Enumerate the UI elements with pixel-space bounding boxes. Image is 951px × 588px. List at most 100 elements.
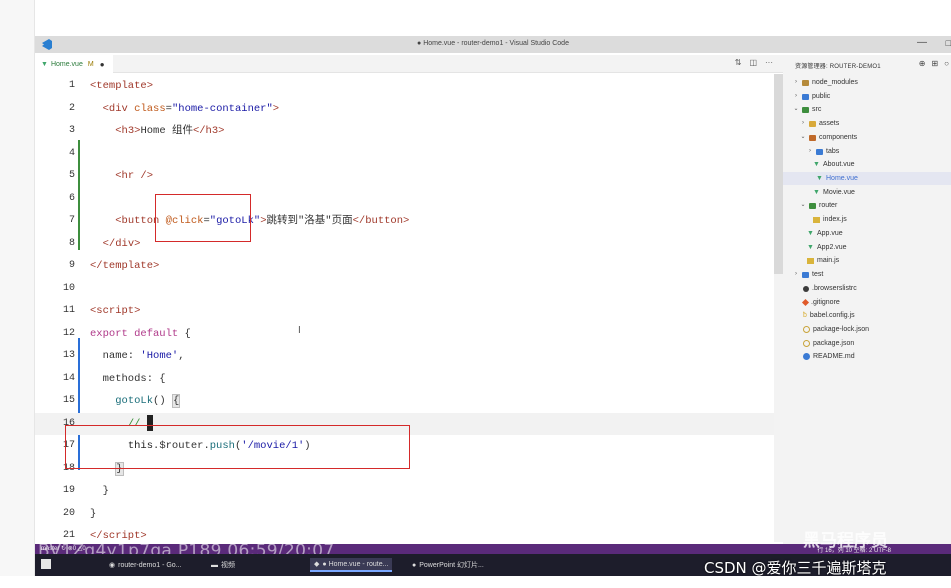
- window-title: ● Home.vue - router-demo1 - Visual Studi…: [417, 40, 569, 47]
- code-line: 15 gotoLk() {: [62, 394, 181, 408]
- tree-folder-node-modules[interactable]: › node_modules: [793, 76, 858, 89]
- taskbar-item-video[interactable]: ▬ 视频: [207, 558, 239, 572]
- tree-folder-assets[interactable]: › assets: [800, 117, 839, 130]
- tree-file-package-lock[interactable]: package-lock.json: [803, 323, 869, 336]
- code-line: 14 methods: {: [62, 373, 166, 385]
- chevron-down-icon: ⌄: [793, 106, 799, 112]
- windows-start-icon[interactable]: [41, 559, 51, 569]
- screen: ● Home.vue - router-demo1 - Visual Studi…: [0, 0, 951, 588]
- code-line: 12 export default {: [62, 328, 191, 340]
- code-line: 7 <button @click="gotoLk">跳转到"洛基"页面</but…: [68, 215, 410, 227]
- annotation-box-router-push: [65, 425, 410, 469]
- explorer-actions: ⊕ ⊞ ○: [919, 59, 949, 68]
- csdn-watermark: CSDN @爱你三千遍斯塔克: [704, 559, 887, 577]
- folder-icon: ▬: [211, 561, 218, 569]
- tree-file-movie-vue[interactable]: ▼ Movie.vue: [813, 186, 855, 199]
- tree-file-home-vue[interactable]: ▼ Home.vue: [783, 172, 951, 185]
- explorer-panel: 资源管理器: ROUTER-DEMO1 ⊕ ⊞ ○ › node_modules …: [783, 55, 951, 545]
- mouse-ibeam-cursor-icon: I: [298, 325, 301, 336]
- editor-scrollbar-thumb[interactable]: [774, 74, 783, 274]
- folder-icon: [802, 106, 809, 113]
- modified-badge: M: [87, 60, 94, 68]
- folder-icon: [809, 202, 816, 209]
- editor-actions: ⇅ ◫ ···: [735, 58, 773, 67]
- browser-icon: ◉: [109, 562, 116, 569]
- unsaved-dot-icon[interactable]: ●: [100, 60, 105, 69]
- tree-file-package-json[interactable]: package.json: [803, 337, 854, 350]
- title-bar: ● Home.vue - router-demo1 - Visual Studi…: [35, 36, 951, 53]
- editor-scrollbar-track[interactable]: [774, 274, 783, 542]
- code-line: 20}: [62, 508, 97, 520]
- taskbar-item-vscode[interactable]: ◆ ● Home.vue - route...: [310, 558, 393, 572]
- code-line: 8 </div>: [68, 238, 141, 250]
- bottom-margin: [0, 576, 951, 588]
- code-line: 6: [68, 193, 75, 204]
- split-editor-icon[interactable]: ◫: [749, 58, 757, 67]
- brand-watermark: 黑马程序员: [803, 531, 888, 551]
- annotation-box-click: [155, 194, 251, 242]
- tree-file-about-vue[interactable]: ▼ About.vue: [813, 158, 855, 171]
- new-folder-icon[interactable]: ⊞: [931, 59, 938, 68]
- folder-icon: [809, 134, 816, 141]
- code-line: 11 <script>: [62, 305, 141, 317]
- taskbar-item-chrome[interactable]: ◉ router-demo1 - Go...: [105, 558, 186, 572]
- tree-folder-src[interactable]: ⌄ src: [793, 103, 821, 116]
- chevron-right-icon: ›: [795, 271, 797, 277]
- explorer-header: 资源管理器: ROUTER-DEMO1: [795, 64, 881, 70]
- taskbar-item-powerpoint[interactable]: ● PowerPoint 幻灯片...: [408, 558, 488, 572]
- folder-icon: [802, 93, 809, 100]
- vue-file-icon: ▼: [813, 161, 820, 168]
- tab-home-vue[interactable]: ▼ Home.vue M ●: [35, 55, 113, 73]
- minimize-button[interactable]: —: [917, 37, 927, 48]
- code-line: 1 <template>: [68, 80, 154, 92]
- json-file-icon: [803, 340, 810, 347]
- tree-file-gitignore[interactable]: .gitignore: [801, 296, 840, 309]
- tree-file-index-js[interactable]: index.js: [813, 213, 847, 226]
- maximize-button[interactable]: □: [946, 38, 951, 48]
- tree-folder-components[interactable]: ⌄ components: [800, 131, 857, 144]
- editor-tab-bar: ▼ Home.vue M ● ⇅ ◫ ···: [35, 55, 783, 73]
- code-line: 4: [68, 148, 75, 159]
- folder-icon: [802, 79, 809, 86]
- code-line: 5 <hr />: [68, 170, 154, 182]
- tree-file-app2-vue[interactable]: ▼ App2.vue: [807, 241, 847, 254]
- tree-folder-public[interactable]: › public: [793, 90, 830, 103]
- git-icon: [801, 298, 810, 307]
- code-line: 10: [62, 283, 75, 294]
- new-file-icon[interactable]: ⊕: [919, 59, 926, 68]
- compare-changes-icon[interactable]: ⇅: [735, 58, 742, 67]
- code-line: 3 <h3>Home 组件</h3>: [68, 125, 225, 137]
- vue-file-icon: ▼: [807, 244, 814, 251]
- vue-file-icon: ▼: [816, 175, 823, 182]
- vue-file-icon: ▼: [813, 189, 820, 196]
- left-margin: [0, 0, 35, 588]
- browserslist-icon: [803, 285, 809, 292]
- tree-folder-tabs[interactable]: › tabs: [807, 145, 839, 158]
- folder-icon: [809, 120, 816, 127]
- code-line: 13 name: 'Home',: [62, 350, 185, 362]
- code-line: 19 }: [62, 485, 109, 497]
- tree-file-babel-config[interactable]: ƀ babel.config.js: [803, 309, 855, 322]
- json-file-icon: [803, 326, 810, 333]
- tree-folder-test[interactable]: › test: [793, 268, 823, 281]
- code-editor[interactable]: 1 <template> 2 <div class="home-container…: [35, 74, 775, 544]
- tree-folder-router[interactable]: ⌄ router: [800, 199, 837, 212]
- code-line: 9 </template>: [68, 260, 160, 272]
- code-line: 2 <div class="home-container">: [68, 103, 280, 115]
- chevron-right-icon: ›: [809, 148, 811, 154]
- chevron-right-icon: ›: [795, 93, 797, 99]
- vscode-icon: ◆: [314, 561, 320, 568]
- info-icon: [803, 353, 810, 360]
- tree-file-app-vue[interactable]: ▼ App.vue: [807, 227, 843, 240]
- refresh-icon[interactable]: ○: [944, 59, 949, 68]
- tree-file-readme[interactable]: README.md: [803, 350, 855, 363]
- folder-icon: [802, 271, 809, 278]
- babel-icon: ƀ: [803, 312, 807, 319]
- chevron-down-icon: ⌄: [800, 202, 806, 208]
- tree-file-main-js[interactable]: main.js: [807, 254, 839, 267]
- chevron-right-icon: ›: [795, 79, 797, 85]
- more-actions-icon[interactable]: ···: [765, 58, 773, 67]
- js-file-icon: [807, 257, 814, 264]
- tree-file-browserslistrc[interactable]: .browserslistrc: [803, 282, 857, 295]
- chevron-right-icon: ›: [802, 120, 804, 126]
